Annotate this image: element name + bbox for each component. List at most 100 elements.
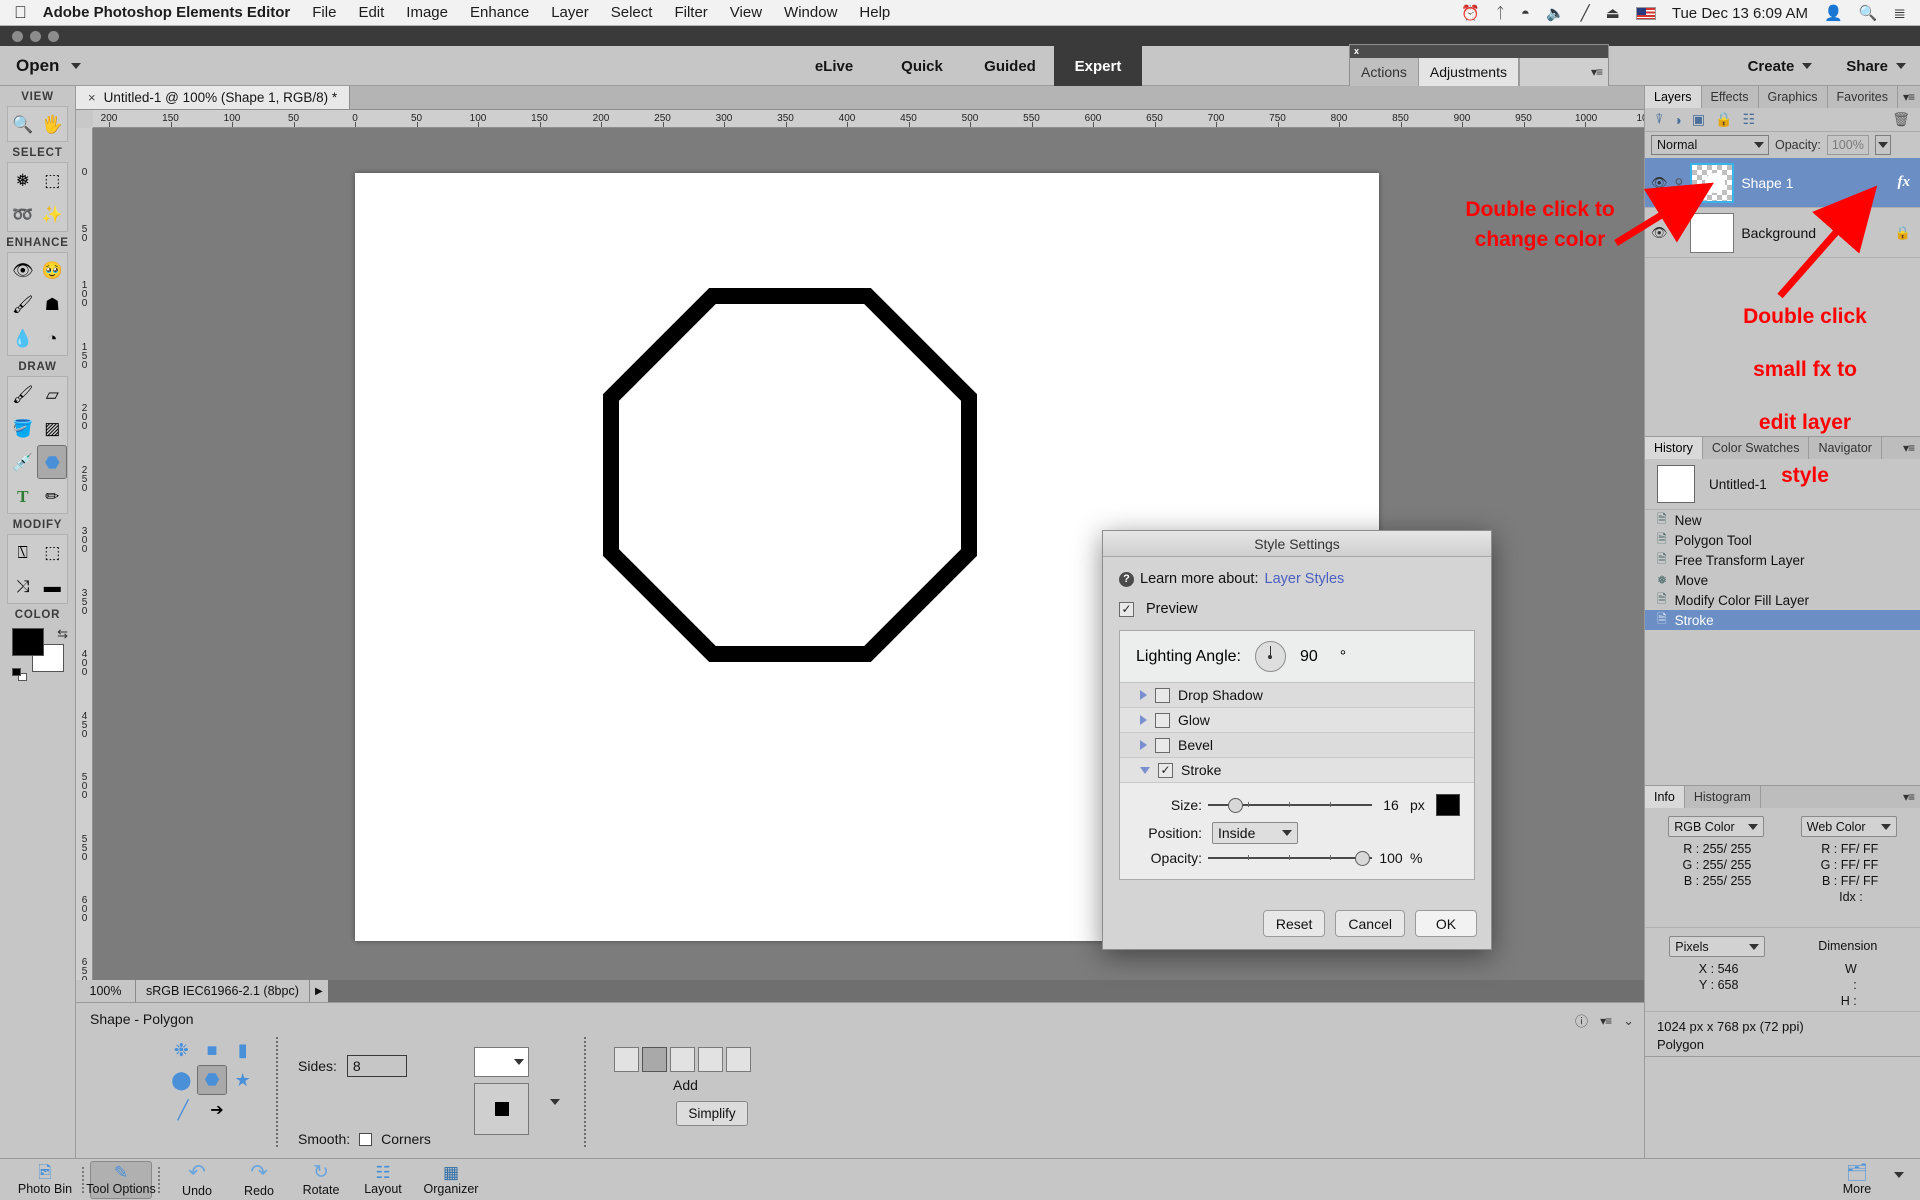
create-chevron-down-icon[interactable] xyxy=(1802,63,1813,69)
layer-mask-icon[interactable]: ▣ xyxy=(1692,111,1705,128)
tab-favorites[interactable]: Favorites xyxy=(1827,86,1898,108)
preview-checkbox[interactable]: ✓ xyxy=(1119,601,1134,617)
open-dropdown-chevron-icon[interactable] xyxy=(71,62,82,69)
tab-actions[interactable]: Actions xyxy=(1350,58,1419,86)
link-layers-icon[interactable]: ☷ xyxy=(1743,111,1756,128)
tab-navigator[interactable]: Navigator xyxy=(1809,437,1882,459)
lighting-angle-dial[interactable] xyxy=(1254,641,1286,672)
effect-row-glow[interactable]: Glow xyxy=(1120,708,1474,733)
share-chevron-down-icon[interactable] xyxy=(1896,63,1906,69)
tab-graphics[interactable]: Graphics xyxy=(1758,86,1828,108)
drop-shadow-checkbox[interactable] xyxy=(1155,687,1170,703)
rectangle-shape-button[interactable]: ■ xyxy=(197,1035,228,1065)
history-snapshot-row[interactable]: Untitled-1 xyxy=(1645,459,1920,510)
layer-row-shape-1[interactable]: 👁 ⚲ Shape 1 fx xyxy=(1645,158,1920,208)
maximize-window-button[interactable] xyxy=(48,30,59,42)
pencil-tool[interactable]: ✏ xyxy=(38,479,68,513)
default-colors-icon[interactable] xyxy=(12,668,28,682)
clone-stamp-tool[interactable]: ☗ xyxy=(38,287,68,321)
rgb-color-mode-select[interactable]: RGB Color xyxy=(1668,816,1765,837)
tab-histogram[interactable]: Histogram xyxy=(1684,786,1761,808)
spot-healing-brush-tool[interactable]: 🥹 xyxy=(38,253,68,287)
blend-mode-select[interactable]: Normal xyxy=(1651,135,1769,155)
lock-icon[interactable]: 🔒 xyxy=(1715,111,1732,128)
layout-button[interactable]: ☷ Layout xyxy=(352,1159,414,1200)
new-shape-layer-button[interactable] xyxy=(614,1047,639,1072)
tab-adjustments[interactable]: Adjustments xyxy=(1418,58,1519,86)
recompose-tool[interactable]: ⬚ xyxy=(38,535,68,569)
menu-image[interactable]: Image xyxy=(406,4,448,21)
pencil-icon[interactable]: ╱ xyxy=(1581,4,1590,22)
undo-button[interactable]: ↶ Undo xyxy=(166,1159,228,1200)
menu-window[interactable]: Window xyxy=(784,4,837,21)
volume-icon[interactable]: 🔈 xyxy=(1546,4,1565,22)
history-item-stroke[interactable]: 🗎 Stroke xyxy=(1645,610,1920,630)
apple-icon[interactable]:  xyxy=(14,4,27,21)
zoom-level-field[interactable]: 100% xyxy=(76,980,136,1002)
reset-button[interactable]: Reset xyxy=(1262,910,1326,937)
rounded-rectangle-shape-button[interactable]: ▮ xyxy=(227,1035,258,1065)
shape-selection-button[interactable]: ➔ xyxy=(200,1095,234,1125)
octagon-shape[interactable] xyxy=(603,288,977,662)
more-button[interactable]: 🗂 More xyxy=(1826,1159,1888,1200)
tab-quick[interactable]: Quick xyxy=(878,46,966,86)
effect-row-stroke[interactable]: ✓ Stroke xyxy=(1120,758,1474,783)
crop-tool[interactable]: ⍂ xyxy=(8,535,38,569)
ellipse-shape-button[interactable]: ⬤ xyxy=(166,1065,197,1095)
straighten-tool[interactable]: ▬ xyxy=(38,569,68,603)
stroke-size-slider[interactable] xyxy=(1208,798,1372,813)
smooth-corners-checkbox[interactable] xyxy=(359,1132,373,1146)
stroke-opacity-slider-knob[interactable] xyxy=(1355,851,1370,866)
red-eye-removal-tool[interactable]: 👁 xyxy=(8,253,38,287)
redo-button[interactable]: ↷ Redo xyxy=(228,1159,290,1200)
move-tool[interactable]: ❅ xyxy=(8,163,38,197)
opacity-chevron-down-icon[interactable] xyxy=(1874,135,1891,155)
quick-selection-tool[interactable]: ✨ xyxy=(38,197,68,231)
layer-name-background[interactable]: Background xyxy=(1741,225,1888,241)
zoom-tool[interactable]: 🔍 xyxy=(8,107,38,141)
open-button[interactable]: Open xyxy=(16,56,59,76)
tab-elive[interactable]: eLive xyxy=(790,46,878,86)
smart-brush-tool[interactable]: 🖌 xyxy=(8,287,38,321)
exclude-overlapping-areas-button[interactable] xyxy=(726,1047,751,1072)
layer-styles-link[interactable]: Layer Styles xyxy=(1265,571,1345,587)
effect-row-bevel[interactable]: Bevel xyxy=(1120,733,1474,758)
expand-chevron-right-icon[interactable] xyxy=(1140,740,1147,750)
float-panel-close-icon[interactable]: x xyxy=(1350,45,1608,58)
organizer-button[interactable]: ▦ Organizer xyxy=(414,1159,488,1200)
menu-enhance[interactable]: Enhance xyxy=(470,4,529,21)
bluetooth-icon[interactable]: ᛏ xyxy=(1496,5,1505,22)
add-to-shape-area-button[interactable] xyxy=(642,1047,667,1072)
minimize-window-button[interactable] xyxy=(30,30,41,42)
stroke-size-slider-knob[interactable] xyxy=(1228,798,1243,813)
style-settings-dialog[interactable]: Style Settings ? Learn more about: Layer… xyxy=(1102,530,1492,950)
tool-options-collapse-chevron-icon[interactable]: ⌄ xyxy=(1623,1013,1634,1029)
swap-colors-icon[interactable]: ⇆ xyxy=(57,626,68,642)
tab-layers[interactable]: Layers xyxy=(1645,86,1702,108)
subtract-from-shape-area-button[interactable] xyxy=(670,1047,695,1072)
shape-style-picker[interactable] xyxy=(474,1083,529,1135)
layer-row-background[interactable]: 👁 ⚲ Background 🔒 xyxy=(1645,208,1920,258)
cookie-cutter-shape-button[interactable]: ❉ xyxy=(166,1035,197,1065)
document-tab[interactable]: × Untitled-1 @ 100% (Shape 1, RGB/8) * xyxy=(76,86,351,109)
paint-bucket-tool[interactable]: 🪣 xyxy=(8,411,38,445)
info-panel-menu-icon[interactable]: ▾≡ xyxy=(1903,790,1915,804)
shape-color-swatch[interactable] xyxy=(474,1047,529,1077)
layer-thumbnail[interactable] xyxy=(1690,212,1735,253)
layers-panel-menu-icon[interactable]: ▾≡ xyxy=(1903,90,1915,104)
history-item-move[interactable]: ❅ Move xyxy=(1645,570,1920,590)
eject-icon[interactable]: ⏏ xyxy=(1606,4,1620,22)
effect-row-drop-shadow[interactable]: Drop Shadow xyxy=(1120,683,1474,708)
lighting-angle-value[interactable]: 90 xyxy=(1300,648,1318,666)
layer-thumbnail[interactable] xyxy=(1690,162,1735,203)
help-question-icon[interactable]: ? xyxy=(1119,571,1134,587)
panel-menu-icon[interactable]: ▾≡ xyxy=(1591,65,1603,79)
type-tool[interactable]: T xyxy=(8,479,38,513)
shape-color-chevron-down-icon[interactable] xyxy=(514,1053,524,1071)
tab-guided[interactable]: Guided xyxy=(966,46,1054,86)
tool-options-button[interactable]: ✎ Tool Options xyxy=(86,1160,156,1199)
foreground-color-swatch[interactable] xyxy=(12,628,44,656)
blur-tool[interactable]: 💧 xyxy=(8,321,38,355)
shape-style-chevron-down-icon[interactable] xyxy=(550,1099,560,1105)
stroke-checkbox[interactable]: ✓ xyxy=(1158,762,1173,778)
